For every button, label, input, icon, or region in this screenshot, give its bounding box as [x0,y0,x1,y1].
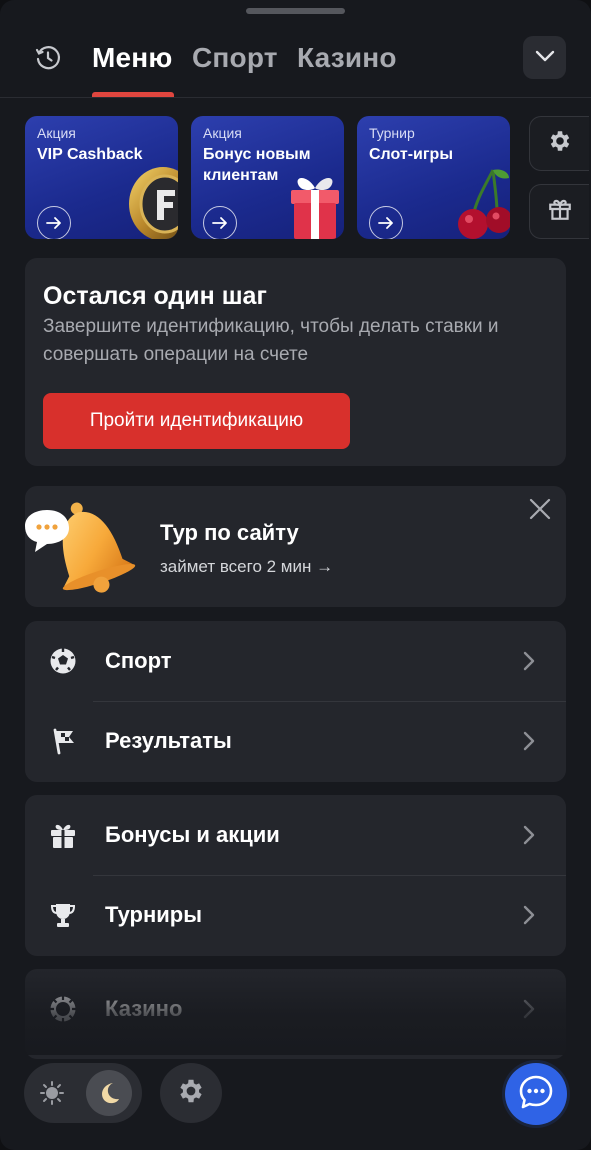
site-tour-card[interactable]: Тур по сайту займет всего 2 мин → [25,486,566,607]
start-identification-button[interactable]: Пройти идентификацию [43,393,350,449]
menu-item-label: Спорт [105,648,172,673]
menu-item-label: Казино [105,996,183,1021]
gear-icon [176,1076,206,1111]
gift-box-icon [285,170,344,239]
tour-subtitle: займет всего 2 мин → [160,557,334,576]
menu-item-tournaments[interactable]: Турниры [25,875,566,955]
moon-icon[interactable] [86,1070,132,1116]
menu-sheet: Меню Спорт Казино Акция VIP Cashback Акц… [0,0,591,1150]
tour-title: Тур по сайту [160,520,299,545]
history-button[interactable] [30,42,66,78]
identification-title: Остался один шаг [43,282,267,310]
close-tour-button[interactable] [527,498,553,524]
casino-chip-icon [49,995,77,1023]
soccer-ball-icon [49,647,77,675]
gold-coin-icon [123,166,178,239]
sun-icon[interactable] [38,1079,66,1107]
promo-kicker: Акция [203,125,242,141]
menu-item-label: Бонусы и акции [105,822,280,847]
chevron-right-icon [519,729,539,753]
promo-kicker: Акция [37,125,76,141]
chat-bubble-icon [517,1073,555,1116]
chevron-right-icon [519,649,539,673]
chevron-right-icon [519,997,539,1021]
identification-card: Остался один шаг Завершите идентификацию… [25,258,566,466]
menu-item-sport[interactable]: Спорт [25,621,566,701]
sheet-grabber-handle[interactable] [246,8,345,14]
gift-icon [49,821,77,849]
flag-icon [49,727,77,755]
chevron-right-icon [519,903,539,927]
menu-group-casino: Казино [25,969,566,1059]
tab-sport[interactable]: Спорт [192,42,278,74]
tab-casino[interactable]: Казино [297,42,397,74]
settings-button[interactable] [160,1063,222,1123]
cherries-icon [455,166,510,239]
history-clock-icon [34,44,62,77]
close-icon [529,498,551,525]
promo-gift-button[interactable] [529,184,589,239]
tab-menu[interactable]: Меню [92,42,173,74]
active-tab-indicator [92,92,174,97]
promo-card-slot-tournament[interactable]: Турнир Слот-игры [357,116,510,239]
chat-support-button[interactable] [505,1063,567,1125]
menu-item-casino[interactable]: Казино [25,969,566,1049]
identification-text: Завершите идентификацию, чтобы делать ст… [43,316,499,365]
promo-title: Слот-игры [369,146,453,163]
promo-card-new-client-bonus[interactable]: Акция Бонус новым клиентам [191,116,344,239]
menu-item-bonuses[interactable]: Бонусы и акции [25,795,566,875]
arrow-right-icon [37,206,71,239]
promo-card-vip-cashback[interactable]: Акция VIP Cashback [25,116,178,239]
chevron-right-icon [519,823,539,847]
promo-settings-button[interactable] [529,116,589,171]
arrow-right-icon [369,206,403,239]
promo-title: VIP Cashback [37,146,143,163]
chevron-down-icon [535,49,555,67]
menu-item-label: Турниры [105,902,203,927]
menu-group-sport: Спорт Результаты [25,621,566,782]
promo-kicker: Турнир [369,125,415,141]
menu-item-results[interactable]: Результаты [25,701,566,781]
header-dropdown-button[interactable] [523,36,566,79]
menu-item-label: Результаты [105,728,232,753]
trophy-icon [49,901,77,929]
menu-group-bonuses: Бонусы и акции Турниры [25,795,566,956]
bell-icon [25,496,139,601]
theme-toggle[interactable] [24,1063,142,1123]
gift-icon [547,196,573,227]
gear-icon [547,128,573,159]
arrow-right-icon [203,206,237,239]
menu-header: Меню Спорт Казино [0,22,591,98]
